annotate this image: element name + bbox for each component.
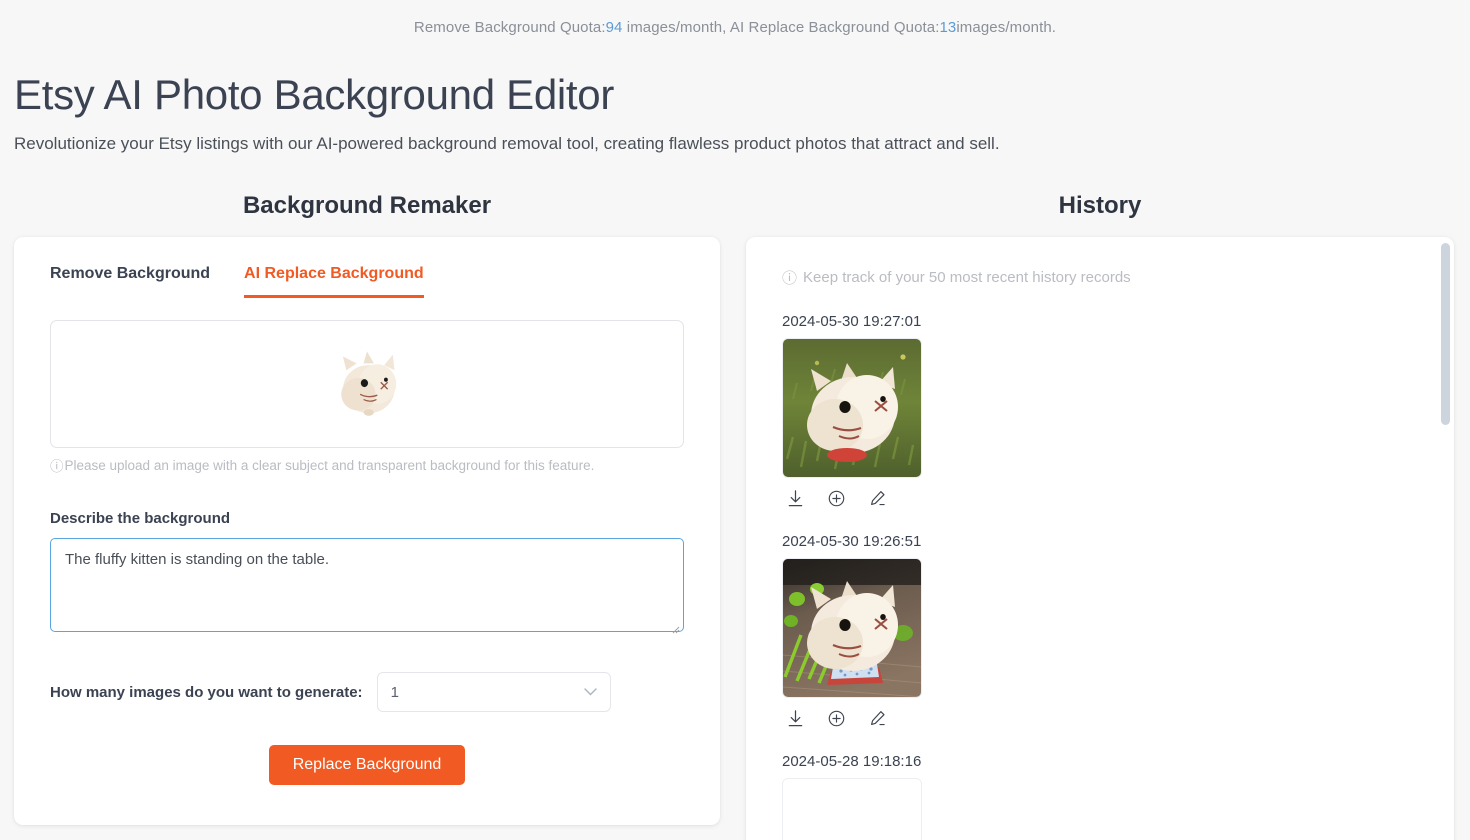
history-thumbnail[interactable] bbox=[782, 338, 922, 479]
history-thumbnail[interactable] bbox=[782, 778, 922, 840]
page-title: Etsy AI Photo Background Editor bbox=[14, 71, 615, 118]
history-scrollbar-thumb[interactable] bbox=[1441, 243, 1450, 426]
describe-background-input[interactable] bbox=[50, 538, 684, 633]
history-item: 2024-05-30 19:26:51 bbox=[782, 533, 1418, 728]
quota-remove-unit: images/month, bbox=[622, 19, 730, 36]
background-remaker-title: Background Remaker bbox=[242, 192, 492, 220]
history-card: ⓘ Keep track of your 50 most recent hist… bbox=[746, 237, 1454, 840]
history-item: 2024-05-28 19:18:16 bbox=[782, 753, 1418, 840]
image-count-select[interactable]: 1 bbox=[376, 672, 611, 713]
quota-replace-value: 13 bbox=[939, 19, 957, 36]
pencil-icon[interactable] bbox=[868, 489, 887, 508]
image-count-label: How many images do you want to generate: bbox=[50, 683, 363, 701]
history-list: 2024-05-30 19:27:01 2024-05-30 19:26:51 … bbox=[746, 313, 1454, 840]
page-header: Etsy AI Photo Background Editor Revoluti… bbox=[0, 71, 1470, 154]
tab-remove-background[interactable]: Remove Background bbox=[50, 265, 210, 298]
info-icon: ⓘ bbox=[50, 459, 64, 475]
history-actions bbox=[782, 709, 1418, 728]
quota-replace-label: AI Replace Background Quota: bbox=[729, 19, 940, 36]
tab-ai-replace-background[interactable]: AI Replace Background bbox=[244, 265, 424, 299]
history-timestamp: 2024-05-30 19:27:01 bbox=[782, 313, 922, 331]
info-icon: ⓘ bbox=[782, 270, 798, 288]
history-thumbnail[interactable] bbox=[782, 558, 922, 699]
history-note: ⓘ Keep track of your 50 most recent hist… bbox=[746, 267, 1454, 288]
history-title: History bbox=[1058, 192, 1142, 220]
chevron-down-icon bbox=[583, 688, 597, 696]
download-icon[interactable] bbox=[786, 709, 805, 728]
upload-hint-text: Please upload an image with a clear subj… bbox=[64, 457, 595, 473]
history-scrollbar[interactable] bbox=[1441, 243, 1450, 817]
plus-circle-icon[interactable] bbox=[827, 709, 846, 728]
background-remaker-column: Background Remaker Remove Background AI … bbox=[14, 192, 720, 826]
main-columns: Background Remaker Remove Background AI … bbox=[0, 192, 1470, 840]
quota-remove-value: 94 bbox=[605, 19, 623, 36]
history-note-text: Keep track of your 50 most recent histor… bbox=[803, 269, 1131, 287]
quota-bar: Remove Background Quota:94 images/month,… bbox=[0, 0, 1470, 36]
pencil-icon[interactable] bbox=[868, 709, 887, 728]
upload-hint: ⓘ Please upload an image with a clear su… bbox=[50, 455, 684, 475]
page-subtitle: Revolutionize your Etsy listings with ou… bbox=[14, 134, 1000, 154]
plus-circle-icon[interactable] bbox=[827, 489, 846, 508]
kitten-on-grass-image bbox=[783, 339, 921, 478]
quota-replace-unit: images/month. bbox=[956, 19, 1057, 36]
history-actions bbox=[782, 489, 1418, 508]
history-timestamp: 2024-05-28 19:18:16 bbox=[782, 753, 922, 771]
history-timestamp: 2024-05-30 19:26:51 bbox=[782, 533, 922, 551]
image-upload-dropzone[interactable] bbox=[50, 320, 684, 449]
submit-row: Replace Background bbox=[50, 745, 684, 825]
kitten-on-table-image bbox=[783, 559, 921, 698]
tab-bar: Remove Background AI Replace Background bbox=[14, 237, 720, 299]
replace-background-button[interactable]: Replace Background bbox=[268, 745, 466, 786]
background-remaker-card: Remove Background AI Replace Background bbox=[14, 237, 720, 826]
tab-panel-ai-replace: ⓘ Please upload an image with a clear su… bbox=[14, 298, 720, 825]
uploaded-image-preview bbox=[324, 341, 410, 427]
kitten-illustration bbox=[341, 351, 397, 417]
image-count-row: How many images do you want to generate:… bbox=[50, 672, 684, 713]
quota-remove-label: Remove Background Quota: bbox=[413, 19, 606, 36]
history-item: 2024-05-30 19:27:01 bbox=[782, 313, 1418, 508]
history-column: History ⓘ Keep track of your 50 most rec… bbox=[746, 192, 1454, 840]
describe-background-label: Describe the background bbox=[50, 510, 231, 528]
describe-textarea-wrapper bbox=[50, 527, 684, 637]
image-count-value: 1 bbox=[390, 683, 399, 701]
download-icon[interactable] bbox=[786, 489, 805, 508]
